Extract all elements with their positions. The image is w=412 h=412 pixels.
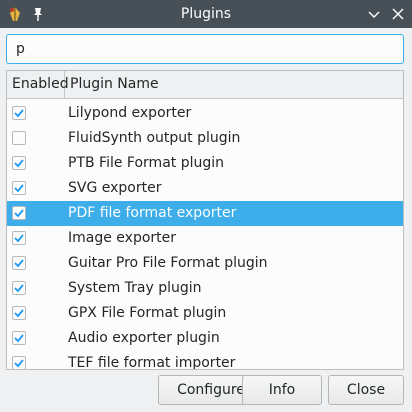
- plugin-name: Image exporter: [68, 230, 177, 246]
- title-bar: Plugins: [0, 0, 412, 28]
- checkmark-icon: [14, 184, 24, 193]
- plugin-name: Lilypond exporter: [68, 105, 192, 121]
- plugin-name: TEF file format importer: [68, 355, 236, 370]
- table-row[interactable]: FluidSynth output plugin: [7, 126, 403, 151]
- plugin-name: Guitar Pro File Format plugin: [68, 255, 268, 271]
- plugin-name: GPX File Format plugin: [68, 305, 227, 321]
- enabled-checkbox[interactable]: [12, 331, 26, 345]
- enabled-checkbox[interactable]: [12, 156, 26, 170]
- info-button[interactable]: Info: [242, 375, 322, 405]
- checkmark-icon: [14, 209, 24, 218]
- enabled-checkbox[interactable]: [12, 206, 26, 220]
- checkmark-icon: [14, 284, 24, 293]
- table-row[interactable]: Audio exporter plugin: [7, 326, 403, 351]
- table-header: Enabled Plugin Name: [7, 71, 403, 99]
- plugin-name: Audio exporter plugin: [68, 330, 220, 346]
- table-row[interactable]: TEF file format importer: [7, 351, 403, 370]
- column-header-enabled[interactable]: Enabled: [7, 71, 69, 98]
- minimize-icon[interactable]: [365, 5, 383, 23]
- checkmark-icon: [14, 359, 24, 368]
- table-row[interactable]: Image exporter: [7, 226, 403, 251]
- plugin-name: FluidSynth output plugin: [68, 130, 241, 146]
- table-row[interactable]: System Tray plugin: [7, 276, 403, 301]
- enabled-checkbox[interactable]: [12, 306, 26, 320]
- enabled-checkbox[interactable]: [12, 356, 26, 369]
- plugin-list: Lilypond exporter FluidSynth output plugi…: [7, 101, 403, 370]
- window-title: Plugins: [180, 6, 232, 22]
- table-row[interactable]: SVG exporter: [7, 176, 403, 201]
- plugin-name: PDF file format exporter: [68, 205, 237, 221]
- enabled-checkbox[interactable]: [12, 131, 26, 145]
- table-row[interactable]: GPX File Format plugin: [7, 301, 403, 326]
- checkmark-icon: [14, 159, 24, 168]
- plugin-name: System Tray plugin: [68, 280, 202, 296]
- close-button[interactable]: Close: [328, 375, 404, 405]
- table-row[interactable]: Lilypond exporter: [7, 101, 403, 126]
- plugin-name: SVG exporter: [68, 180, 162, 196]
- checkmark-icon: [14, 259, 24, 268]
- enabled-checkbox[interactable]: [12, 181, 26, 195]
- table-row[interactable]: PTB File Format plugin: [7, 151, 403, 176]
- search-input[interactable]: [6, 34, 404, 64]
- table-row[interactable]: PDF file format exporter: [7, 201, 403, 226]
- enabled-checkbox[interactable]: [12, 106, 26, 120]
- checkmark-icon: [14, 309, 24, 318]
- plugin-table: Enabled Plugin Name Lilypond exporter Flu…: [6, 70, 404, 370]
- enabled-checkbox[interactable]: [12, 231, 26, 245]
- table-row[interactable]: Guitar Pro File Format plugin: [7, 251, 403, 276]
- enabled-checkbox[interactable]: [12, 281, 26, 295]
- plugin-name: PTB File Format plugin: [68, 155, 225, 171]
- checkmark-icon: [14, 109, 24, 118]
- checkmark-icon: [14, 334, 24, 343]
- enabled-checkbox[interactable]: [12, 256, 26, 270]
- close-icon[interactable]: [389, 5, 407, 23]
- checkmark-icon: [14, 234, 24, 243]
- column-header-plugin-name[interactable]: Plugin Name: [65, 71, 403, 98]
